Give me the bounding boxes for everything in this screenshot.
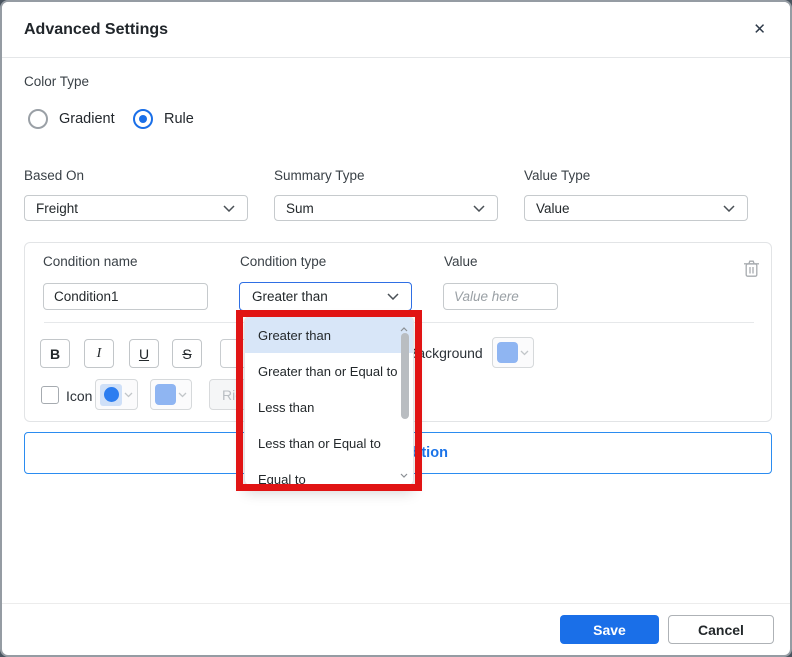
- rule-radio-icon[interactable]: [133, 109, 153, 129]
- dropdown-item-less-than-or-equal[interactable]: Less than or Equal to: [245, 425, 413, 461]
- footer-divider: [2, 603, 790, 604]
- chevron-down-icon: [387, 293, 399, 300]
- scroll-down-icon[interactable]: [399, 465, 409, 483]
- value-type-label: Value Type: [524, 168, 590, 183]
- based-on-select[interactable]: Freight: [24, 195, 248, 221]
- radio-option-gradient[interactable]: Gradient: [28, 108, 115, 130]
- based-on-value: Freight: [36, 201, 78, 216]
- scrollbar-thumb[interactable]: [401, 333, 409, 419]
- value-type-value: Value: [536, 201, 570, 216]
- advanced-settings-dialog: Advanced Settings ✕ Color Type Gradient …: [0, 0, 792, 657]
- value-type-select[interactable]: Value: [524, 195, 748, 221]
- condition-name-input[interactable]: [43, 283, 208, 310]
- dialog-title: Advanced Settings: [24, 21, 168, 39]
- radio-option-rule[interactable]: Rule: [133, 108, 194, 130]
- rule-radio-label: Rule: [164, 111, 194, 127]
- based-on-label: Based On: [24, 168, 84, 183]
- cancel-button[interactable]: Cancel: [668, 615, 774, 644]
- summary-type-label: Summary Type: [274, 168, 365, 183]
- summary-type-select[interactable]: Sum: [274, 195, 498, 221]
- gradient-radio-icon[interactable]: [28, 109, 48, 129]
- dropdown-item-greater-than-or-equal[interactable]: Greater than or Equal to: [245, 353, 413, 389]
- chevron-down-icon: [223, 205, 235, 212]
- dropdown-item-less-than[interactable]: Less than: [245, 389, 413, 425]
- save-button[interactable]: Save: [560, 615, 659, 644]
- dropdown-item-equal-to[interactable]: Equal to: [245, 461, 413, 486]
- gradient-radio-label: Gradient: [59, 111, 115, 127]
- circle-icon-selected: [100, 384, 122, 406]
- chevron-down-icon: [124, 392, 133, 398]
- background-color-swatch: [497, 342, 518, 363]
- condition-name-label: Condition name: [43, 254, 138, 269]
- icon-label: Icon: [66, 388, 92, 404]
- italic-button[interactable]: I: [84, 339, 114, 368]
- underline-button[interactable]: U: [129, 339, 159, 368]
- icon-checkbox[interactable]: [41, 386, 59, 404]
- color-type-label: Color Type: [24, 74, 89, 89]
- chevron-down-icon: [520, 350, 529, 356]
- icon-color-picker[interactable]: [150, 379, 192, 410]
- condition-type-select[interactable]: Greater than: [239, 282, 412, 311]
- chevron-down-icon: [473, 205, 485, 212]
- strikethrough-button[interactable]: S: [172, 339, 202, 368]
- background-label: Background: [408, 345, 483, 361]
- background-color-picker[interactable]: [492, 337, 534, 368]
- circle-icon: [104, 387, 119, 402]
- icon-color-swatch: [155, 384, 176, 405]
- chevron-down-icon: [723, 205, 735, 212]
- summary-type-value: Sum: [286, 201, 314, 216]
- condition-type-value: Greater than: [252, 289, 328, 304]
- dialog-header: Advanced Settings ✕: [2, 2, 790, 58]
- icon-shape-picker[interactable]: [95, 379, 138, 410]
- condition-value-input[interactable]: [443, 283, 558, 310]
- condition-type-dropdown-popup: Greater than Greater than or Equal to Le…: [244, 316, 414, 486]
- condition-type-label: Condition type: [240, 254, 326, 269]
- chevron-down-icon: [178, 392, 187, 398]
- condition-value-label: Value: [444, 254, 478, 269]
- bold-button[interactable]: B: [40, 339, 70, 368]
- close-icon[interactable]: ✕: [753, 20, 766, 40]
- delete-condition-icon[interactable]: [743, 259, 760, 278]
- dropdown-item-greater-than[interactable]: Greater than: [245, 317, 413, 353]
